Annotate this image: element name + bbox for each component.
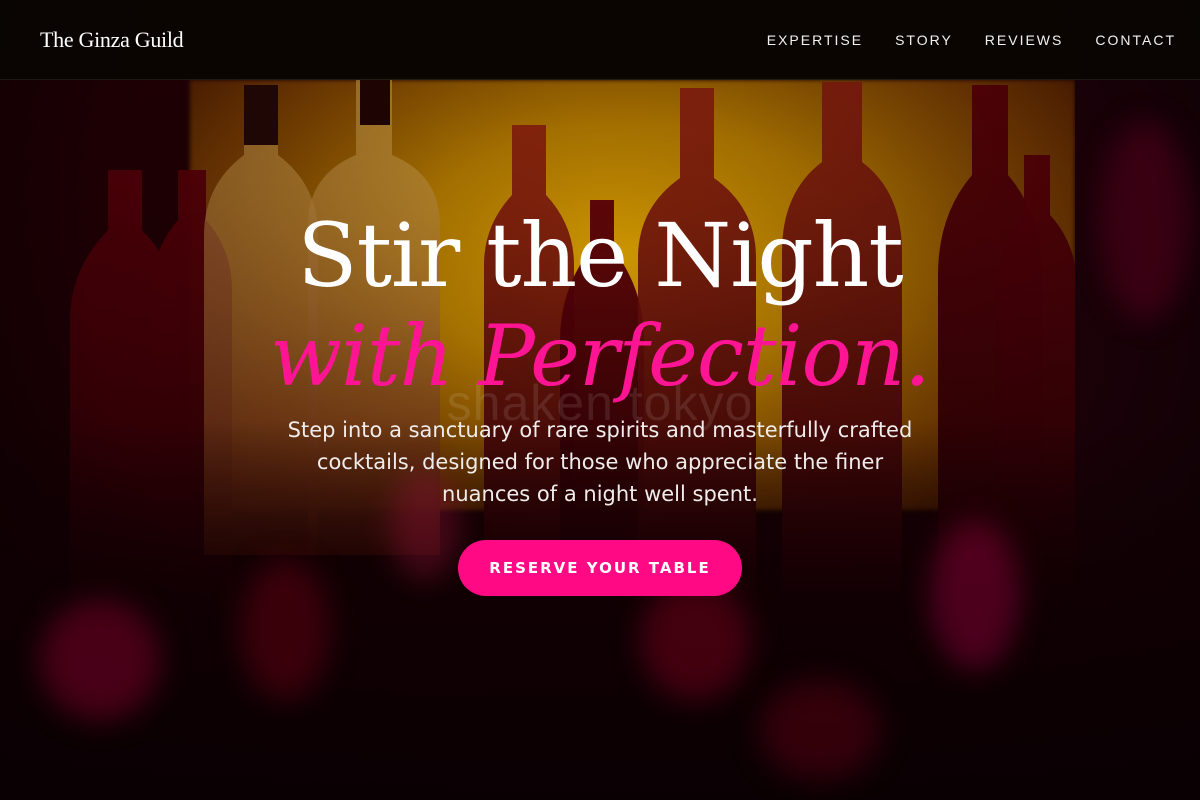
hero-subtitle: Step into a sanctuary of rare spirits an… bbox=[287, 418, 913, 506]
reserve-table-button[interactable]: RESERVE YOUR TABLE bbox=[458, 540, 742, 596]
hero-headline-line1: Stir the Night bbox=[297, 204, 903, 307]
hero-headline-line2: with Perfection. bbox=[270, 307, 931, 405]
hero-section: Stir the Night with Perfection. Step int… bbox=[0, 0, 1200, 800]
